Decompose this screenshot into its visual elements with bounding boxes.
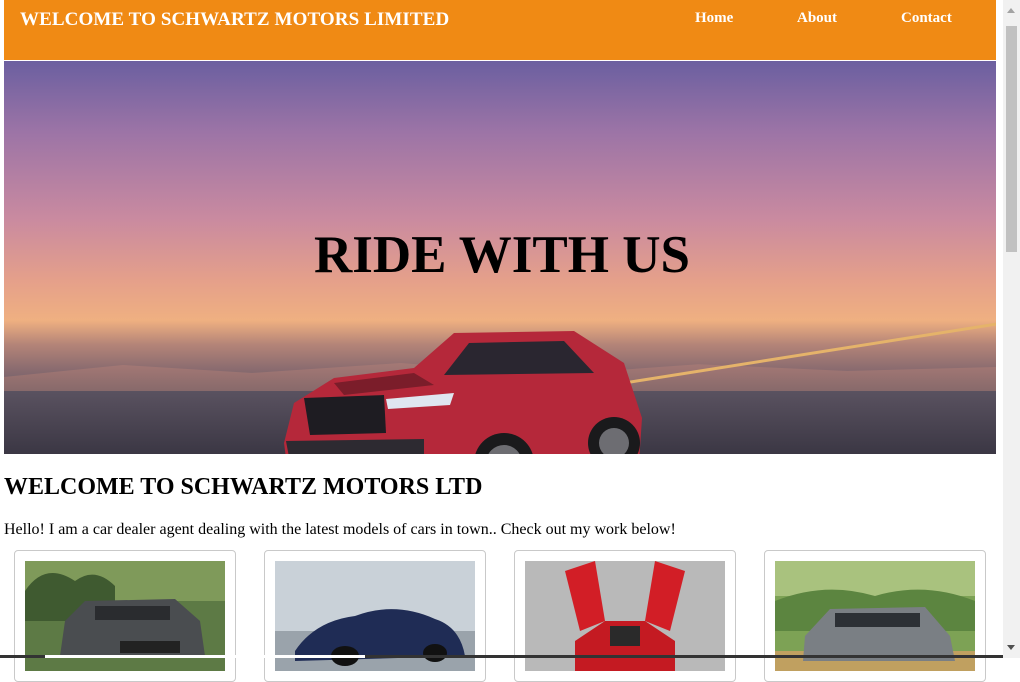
intro-text: Hello! I am a car dealer agent dealing w… [4, 521, 676, 538]
page: WELCOME TO SCHWARTZ MOTORS LIMITED Home … [4, 0, 996, 682]
car-card[interactable] [264, 550, 486, 682]
section-title: WELCOME TO SCHWARTZ MOTORS LTD [4, 474, 483, 500]
nav-link-home[interactable]: Home [695, 10, 733, 27]
vertical-scrollbar[interactable] [1003, 0, 1020, 658]
car-card[interactable] [14, 550, 236, 682]
nav-link-about[interactable]: About [797, 10, 837, 27]
nav-link-contact[interactable]: Contact [901, 10, 952, 27]
scroll-down-icon[interactable] [1007, 645, 1015, 650]
scrollbar-thumb[interactable] [1006, 26, 1017, 252]
car-card[interactable] [764, 550, 986, 682]
hero-banner: RIDE WITH US [4, 61, 996, 454]
top-navbar: WELCOME TO SCHWARTZ MOTORS LIMITED Home … [4, 0, 996, 60]
scroll-up-icon[interactable] [1007, 8, 1015, 13]
hero-car-image [284, 331, 642, 454]
car-card[interactable] [514, 550, 736, 682]
brand-title: WELCOME TO SCHWARTZ MOTORS LIMITED [20, 9, 450, 30]
hero-title: RIDE WITH US [313, 226, 691, 284]
car-gallery [14, 550, 994, 682]
